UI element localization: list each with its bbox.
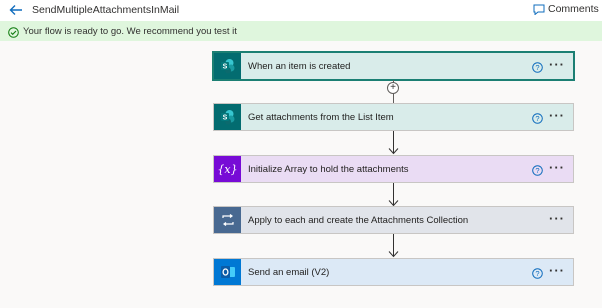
connector-arrow xyxy=(388,234,399,258)
success-banner: Your flow is ready to go. We recommend y… xyxy=(0,21,602,41)
sharepoint-icon: S xyxy=(214,104,241,130)
outlook-icon xyxy=(214,259,241,285)
svg-text:?: ? xyxy=(535,166,539,175)
comments-label: Comments (pr xyxy=(548,3,602,15)
check-circle-icon xyxy=(8,25,19,43)
step-label: Get attachments from the List Item xyxy=(248,111,394,123)
svg-text:S: S xyxy=(222,64,227,71)
step-label: Send an email (V2) xyxy=(248,266,330,278)
help-icon[interactable]: ? xyxy=(532,111,543,124)
add-step-button[interactable]: + xyxy=(387,82,399,94)
more-options-icon[interactable]: ··· xyxy=(549,264,565,277)
help-icon[interactable]: ? xyxy=(532,266,543,279)
svg-text:?: ? xyxy=(535,63,539,72)
sharepoint-icon: S xyxy=(214,53,241,79)
flow-title: SendMultipleAttachmentsInMail xyxy=(32,4,180,16)
step-card-get-attachments[interactable]: S Get attachments from the List Item ? ·… xyxy=(213,103,574,131)
more-options-icon[interactable]: ··· xyxy=(549,212,565,225)
step-label: When an item is created xyxy=(248,60,351,72)
loop-icon xyxy=(214,207,241,233)
step-card-send-email[interactable]: Send an email (V2) ? ··· xyxy=(213,258,574,286)
help-icon[interactable]: ? xyxy=(532,163,543,176)
more-options-icon[interactable]: ··· xyxy=(549,161,565,174)
back-arrow-icon[interactable] xyxy=(9,3,23,17)
step-label: Initialize Array to hold the attachments xyxy=(248,163,409,175)
svg-text:?: ? xyxy=(535,269,539,278)
connector-arrow xyxy=(388,183,399,207)
banner-message: Your flow is ready to go. We recommend y… xyxy=(23,26,237,37)
step-card-apply-to-each[interactable]: Apply to each and create the Attachments… xyxy=(213,206,574,234)
connector-arrow xyxy=(388,131,399,155)
step-card-trigger[interactable]: S When an item is created ? ··· xyxy=(213,52,574,80)
comments-button[interactable]: Comments (pr xyxy=(533,3,602,15)
svg-text:S: S xyxy=(222,115,227,122)
step-label: Apply to each and create the Attachments… xyxy=(248,214,469,226)
step-card-initialize-array[interactable]: {x} Initialize Array to hold the attachm… xyxy=(213,155,574,183)
svg-text:?: ? xyxy=(535,114,539,123)
comment-icon xyxy=(533,4,545,15)
help-icon[interactable]: ? xyxy=(532,60,543,73)
more-options-icon[interactable]: ··· xyxy=(549,109,565,122)
variable-icon: {x} xyxy=(214,156,241,182)
more-options-icon[interactable]: ··· xyxy=(549,58,565,71)
top-bar: SendMultipleAttachmentsInMail Comments (… xyxy=(0,0,602,21)
